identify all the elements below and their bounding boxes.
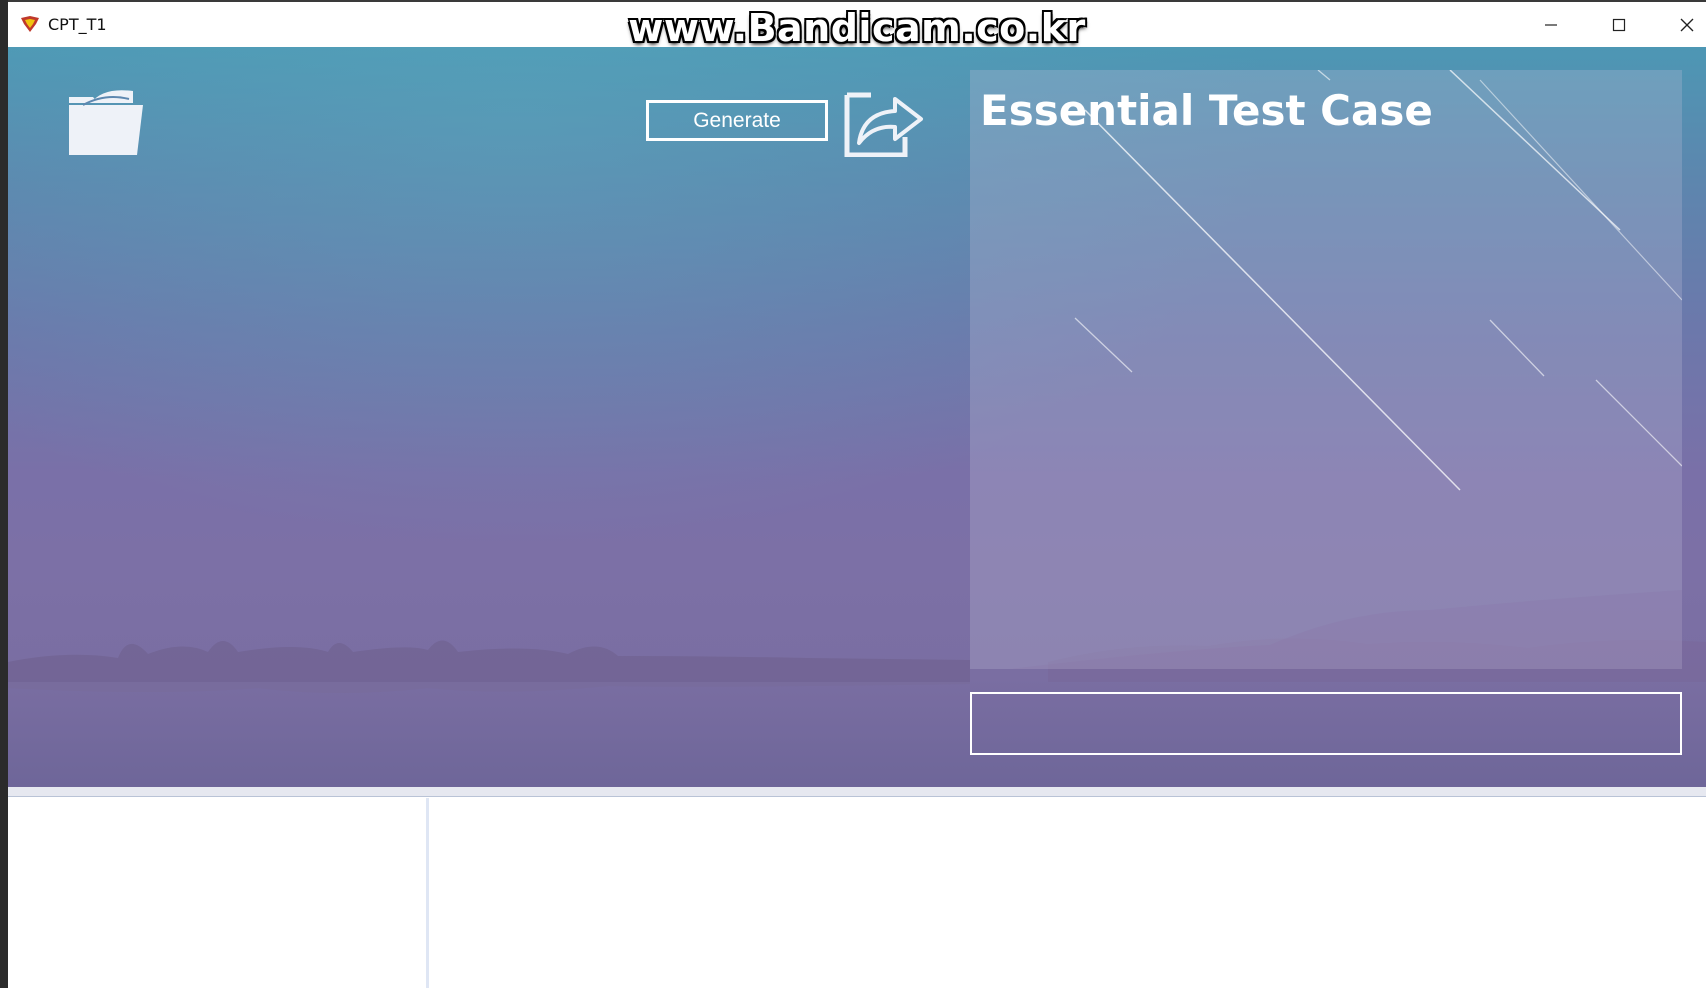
close-button[interactable] xyxy=(1654,2,1706,47)
generate-button[interactable]: Generate xyxy=(646,100,828,141)
vertical-divider[interactable] xyxy=(426,798,429,988)
maximize-icon xyxy=(1612,18,1626,31)
title-bar: CPT_T1 www.Bandicam.co.kr xyxy=(8,2,1706,50)
app-window: CPT_T1 www.Bandicam.co.kr Generate Essen… xyxy=(8,0,1706,988)
share-arrow-icon[interactable] xyxy=(843,85,925,157)
folder-icon[interactable] xyxy=(63,85,145,157)
main-panel: Generate Essential Test Case xyxy=(8,47,1706,787)
minimize-icon xyxy=(1545,23,1557,26)
result-title: Essential Test Case xyxy=(980,86,1433,135)
maximize-button[interactable] xyxy=(1586,2,1652,47)
recorder-watermark: www.Bandicam.co.kr xyxy=(628,6,1086,50)
command-input[interactable] xyxy=(970,692,1682,755)
close-icon xyxy=(1680,18,1694,31)
window-title: CPT_T1 xyxy=(48,15,107,34)
app-icon xyxy=(21,16,39,32)
panel-separator xyxy=(8,787,1706,797)
meteor-streaks-decoration xyxy=(1010,70,1682,669)
result-panel: Essential Test Case xyxy=(970,70,1682,669)
minimize-button[interactable] xyxy=(1518,2,1584,47)
bottom-content-area xyxy=(8,798,1706,988)
